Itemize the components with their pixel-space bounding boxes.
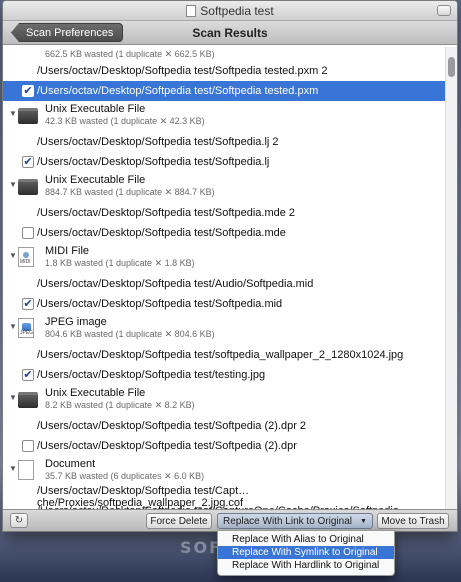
scan-preferences-button[interactable]: Scan Preferences xyxy=(11,23,124,42)
toolbar-toggle-button[interactable] xyxy=(437,5,451,16)
unix-executable-icon xyxy=(18,105,38,125)
scrollbar-thumb[interactable] xyxy=(448,57,455,77)
disclosure-triangle-icon[interactable]: ▼ xyxy=(9,109,17,118)
document-icon xyxy=(186,4,197,17)
replace-with-link-dropdown[interactable]: Replace With Link to Original ▼ xyxy=(217,513,373,529)
unix-executable-icon-body xyxy=(18,392,38,408)
file-checkbox[interactable]: ✔ xyxy=(22,156,34,168)
group-file-type: Unix Executable File xyxy=(45,103,146,115)
jpeg-image-icon-body xyxy=(18,318,34,338)
duplicate-file-row[interactable]: ✔/Users/octav/Desktop/Softpedia test/Sof… xyxy=(3,294,446,314)
group-wasted-size: 884.7 KB wasted (1 duplicate ✕ 884.7 KB) xyxy=(45,187,215,197)
group-file-type: MIDI File xyxy=(45,245,89,257)
group-file-type: JPEG image xyxy=(45,316,107,328)
unix-executable-icon xyxy=(18,389,38,409)
group-wasted-size: 1.8 KB wasted (1 duplicate ✕ 1.8 KB) xyxy=(45,258,195,268)
document-file-icon-body xyxy=(18,460,34,480)
app-window: Softpedia test Scan Preferences Scan Res… xyxy=(2,0,458,532)
menu-item-alias[interactable]: Replace With Alias to Original xyxy=(218,533,394,546)
file-checkbox[interactable] xyxy=(22,440,34,452)
group-wasted-size: 804.6 KB wasted (1 duplicate ✕ 804.6 KB) xyxy=(45,329,215,339)
group-wasted-size: 8.2 KB wasted (1 duplicate ✕ 8.2 KB) xyxy=(45,400,195,410)
move-to-trash-button[interactable]: Move to Trash xyxy=(377,513,449,529)
file-path: /Users/octav/Desktop/Softpedia test/Soft… xyxy=(37,136,279,148)
disclosure-triangle-icon[interactable]: ▼ xyxy=(9,464,17,473)
duplicate-file-row[interactable]: ✔/Users/octav/Desktop/Softpedia test/Sof… xyxy=(3,81,446,101)
disclosure-triangle-icon[interactable]: ▼ xyxy=(9,393,17,402)
page-title: Scan Results xyxy=(192,25,268,40)
file-group-header[interactable]: ▼ Unix Executable File 42.3 KB wasted (1 d… xyxy=(3,101,446,132)
menu-item-hardlink[interactable]: Replace With Hardlink to Original xyxy=(218,559,394,572)
duplicate-file-row[interactable]: ✔/Users/octav/Desktop/Softpedia test/tes… xyxy=(3,365,446,385)
midi-file-icon xyxy=(18,247,38,267)
original-file-row[interactable]: /Users/octav/Desktop/Softpedia test/Audi… xyxy=(3,274,446,294)
unix-executable-icon xyxy=(18,176,38,196)
file-path: /Users/octav/Desktop/Softpedia test/Soft… xyxy=(37,420,307,432)
file-checkbox[interactable]: ✔ xyxy=(22,298,34,310)
window-title-group: Softpedia test xyxy=(186,3,274,18)
replace-dropdown-label: Replace With Link to Original xyxy=(223,515,352,527)
group-file-type: Unix Executable File xyxy=(45,174,146,186)
jpeg-image-icon xyxy=(18,318,38,338)
duplicate-file-row[interactable]: /Users/octav/Desktop/Softpedia test/Soft… xyxy=(3,223,446,243)
replace-options-menu: Replace With Alias to Original Replace W… xyxy=(217,530,395,576)
file-path: /Users/octav/Desktop/Softpedia test/Soft… xyxy=(37,440,297,452)
file-group-header[interactable]: ▼ MIDI File1.8 KB wasted (1 duplicate ✕ 1… xyxy=(3,243,446,274)
group-file-type: Document xyxy=(45,458,96,470)
file-path: /Users/octav/Desktop/Softpedia test/Soft… xyxy=(37,85,319,97)
file-path: /Users/octav/Desktop/Softpedia test/test… xyxy=(37,369,266,381)
original-file-row[interactable]: /Users/octav/Desktop/Softpedia test/Capt… xyxy=(3,485,446,509)
refresh-icon[interactable]: ↻ xyxy=(10,513,28,528)
file-checkbox[interactable] xyxy=(22,227,34,239)
vertical-scrollbar[interactable] xyxy=(445,47,457,511)
file-group-header[interactable]: ▼ Unix Executable File 8.2 KB wasted (1 du… xyxy=(3,385,446,416)
original-file-row[interactable]: /Users/octav/Desktop/Softpedia test/Soft… xyxy=(3,203,446,223)
document-file-icon xyxy=(18,460,38,480)
file-checkbox[interactable]: ✔ xyxy=(22,85,34,97)
duplicate-file-row[interactable]: /Users/octav/Desktop/Softpedia test/Soft… xyxy=(3,436,446,456)
unix-executable-icon-body xyxy=(18,108,38,124)
file-path: /Users/octav/Desktop/Softpedia test/Soft… xyxy=(37,65,328,77)
file-group-header[interactable]: ▼ Unix Executable File 884.7 KB wasted (1 … xyxy=(3,172,446,203)
toolbar: Scan Preferences Scan Results xyxy=(3,21,457,45)
original-file-row[interactable]: /Users/octav/Desktop/Softpedia test/soft… xyxy=(3,345,446,365)
menu-item-symlink[interactable]: Replace With Symlink to Original xyxy=(218,546,394,559)
file-path: /Users/octav/Desktop/Softpedia test/Soft… xyxy=(37,227,286,239)
file-path: /Users/octav/Desktop/Softpedia test/Soft… xyxy=(37,156,270,168)
file-path: /Users/octav/Desktop/Softpedia test/Audi… xyxy=(37,278,314,290)
group-wasted-size: 42.3 KB wasted (1 duplicate ✕ 42.3 KB) xyxy=(45,116,205,126)
midi-file-icon-body xyxy=(18,247,34,267)
title-bar[interactable]: Softpedia test xyxy=(3,1,457,21)
file-group-header[interactable]: ▼ Document 35.7 KB wasted (6 duplicates ✕ … xyxy=(3,456,446,487)
file-path: /Users/octav/Desktop/Softpedia test/Soft… xyxy=(37,298,283,310)
bottom-action-bar: ↻ Force Delete Replace With Link to Orig… xyxy=(3,509,457,531)
force-delete-button[interactable]: Force Delete xyxy=(146,513,212,529)
duplicate-file-row[interactable]: ✔/Users/octav/Desktop/Softpedia test/Sof… xyxy=(3,152,446,172)
file-path: /Users/octav/Desktop/Softpedia test/Soft… xyxy=(37,207,296,219)
disclosure-triangle-icon[interactable]: ▼ xyxy=(9,180,17,189)
original-file-row[interactable]: /Users/octav/Desktop/Softpedia test/Soft… xyxy=(3,61,446,81)
chevron-down-icon: ▼ xyxy=(360,517,367,525)
disclosure-triangle-icon[interactable]: ▼ xyxy=(9,251,17,260)
unix-executable-icon-body xyxy=(18,179,38,195)
file-group-header[interactable]: ▼ JPEG image804.6 KB wasted (1 duplicate … xyxy=(3,314,446,345)
group-wasted-size: 662.5 KB wasted (1 duplicate ✕ 662.5 KB) xyxy=(45,48,215,59)
original-file-row[interactable]: /Users/octav/Desktop/Softpedia test/Soft… xyxy=(3,416,446,436)
file-path: /Users/octav/Desktop/Softpedia test/soft… xyxy=(37,349,404,361)
window-title: Softpedia test xyxy=(200,3,274,18)
group-wasted-size: 35.7 KB wasted (6 duplicates ✕ 6.0 KB) xyxy=(45,471,205,481)
original-file-row[interactable]: /Users/octav/Desktop/Softpedia test/Soft… xyxy=(3,132,446,152)
disclosure-triangle-icon[interactable]: ▼ xyxy=(9,322,17,331)
group-file-type: Unix Executable File xyxy=(45,387,146,399)
results-list[interactable]: 662.5 KB wasted (1 duplicate ✕ 662.5 KB)… xyxy=(3,47,446,511)
file-checkbox[interactable]: ✔ xyxy=(22,369,34,381)
